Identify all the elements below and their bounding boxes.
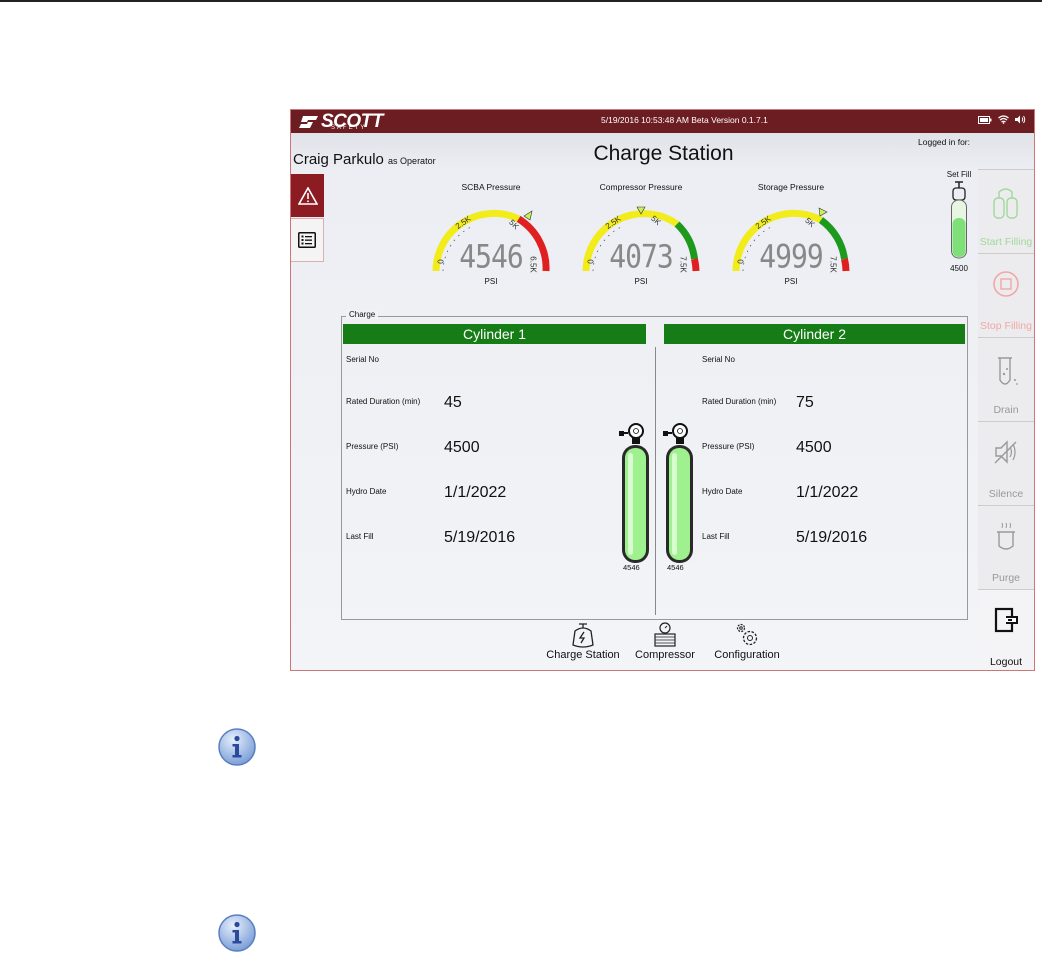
- start-filling-button[interactable]: Start Filling: [978, 169, 1034, 253]
- info-icon: [218, 728, 256, 766]
- purge-button[interactable]: Purge: [978, 505, 1034, 589]
- gauge-pointer: [818, 207, 828, 217]
- set-fill-label: Set Fill: [946, 170, 972, 179]
- action-sidebar: Start Filling Stop Filling Drain Silence…: [978, 169, 1034, 670]
- charge-station-icon: [572, 623, 594, 648]
- rated-duration-value: 75: [796, 394, 814, 411]
- stop-icon: [993, 271, 1019, 297]
- cylinder-1-tank-icon: [619, 423, 649, 563]
- cylinder-1-tank-value: 4546: [623, 563, 640, 572]
- hydro-date-label: Hydro Date: [702, 487, 743, 496]
- silence-button[interactable]: Silence: [978, 421, 1034, 505]
- rated-duration-value: 45: [444, 394, 462, 411]
- hydro-date-value: 1/1/2022: [444, 484, 507, 501]
- pressure-label: Pressure (PSI): [702, 442, 755, 451]
- last-fill-label: Last Fill: [702, 532, 730, 541]
- nav-configuration-label: Configuration: [714, 649, 780, 661]
- purge-label: Purge: [991, 572, 1021, 584]
- mute-icon: [994, 440, 1017, 464]
- checklist-tab[interactable]: [291, 218, 324, 262]
- start-filling-label: Start Filling: [979, 236, 1033, 248]
- title-bar: SCOTT SAFETY 5/19/2016 10:53:48 AM Beta …: [291, 110, 1034, 133]
- cylinder-divider: [655, 347, 656, 615]
- charge-group-legend: Charge: [346, 310, 379, 319]
- hydro-date-value: 1/1/2022: [796, 484, 859, 501]
- serial-label: Serial No: [346, 355, 379, 364]
- gauge-label: Storage Pressure: [757, 182, 825, 192]
- set-fill-value: 4500: [950, 264, 968, 273]
- compressor-pressure-gauge: Compressor Pressure 0 2.5K 5K 7.5K 4073 …: [571, 182, 711, 292]
- gauge-pointer: [523, 210, 533, 221]
- brand-subtitle: SAFETY: [331, 125, 367, 131]
- last-fill-value: 5/19/2016: [444, 529, 516, 546]
- logout-label: Logout: [989, 656, 1023, 668]
- last-fill-value: 5/19/2016: [796, 529, 868, 546]
- drain-button[interactable]: Drain: [978, 337, 1034, 421]
- cylinder-fill-icon: [951, 181, 967, 259]
- scba-pressure-gauge: SCBA Pressure 0 2.5K 5K 6.5K 4546 PSI: [421, 182, 561, 292]
- pressure-value: 4500: [444, 439, 480, 456]
- page-top-rule: [0, 0, 1042, 2]
- pressure-value: 4500: [796, 439, 832, 456]
- charge-station-window: SCOTT SAFETY 5/19/2016 10:53:48 AM Beta …: [290, 109, 1035, 671]
- gauge-unit: PSI: [634, 277, 648, 286]
- hydro-date-label: Hydro Date: [346, 487, 387, 496]
- warning-icon: [297, 186, 318, 205]
- purge-icon: [997, 522, 1015, 550]
- cylinder-1-header: Cylinder 1: [343, 324, 646, 344]
- set-fill-control[interactable]: Set Fill 4500: [939, 170, 979, 280]
- alarm-tab[interactable]: [291, 174, 324, 217]
- gauge-unit: PSI: [784, 277, 798, 286]
- volume-icon: [1015, 115, 1026, 124]
- logout-button[interactable]: Logout: [978, 589, 1034, 670]
- charge-panel: Cylinder 1 Cylinder 2 Serial No Rated Du…: [341, 316, 968, 620]
- nav-configuration[interactable]: Configuration: [707, 621, 787, 667]
- drain-icon: [998, 357, 1018, 385]
- status-datetime-version: 5/19/2016 10:53:48 AM Beta Version 0.1.7…: [601, 115, 768, 125]
- last-fill-label: Last Fill: [346, 532, 374, 541]
- tanks-icon: [993, 188, 1018, 219]
- serial-label: Serial No: [702, 355, 735, 364]
- logged-in-label: Logged in for:: [918, 137, 970, 147]
- rated-duration-label: Rated Duration (min): [346, 397, 421, 406]
- drain-label: Drain: [993, 404, 1019, 416]
- gauge-value: 4546: [459, 237, 523, 276]
- cylinder-2-tank-icon: [663, 423, 693, 563]
- list-icon: [298, 232, 316, 248]
- compressor-icon: [654, 622, 676, 647]
- wifi-icon: [998, 115, 1009, 124]
- info-icon: [218, 914, 256, 952]
- gauge-value: 4073: [609, 237, 673, 276]
- gauge-label: SCBA Pressure: [461, 182, 521, 192]
- pressure-label: Pressure (PSI): [346, 442, 399, 451]
- gauge-value: 4999: [759, 237, 823, 276]
- stop-filling-button[interactable]: Stop Filling: [978, 253, 1034, 337]
- logout-icon: [994, 607, 1018, 633]
- stop-filling-label: Stop Filling: [980, 320, 1032, 332]
- nav-charge-station-label: Charge Station: [546, 649, 620, 661]
- system-tray: [978, 115, 1026, 124]
- silence-label: Silence: [988, 488, 1024, 500]
- nav-compressor[interactable]: Compressor: [629, 621, 701, 667]
- gauge-unit: PSI: [484, 277, 498, 286]
- gears-icon: [736, 623, 758, 646]
- cylinder-2-header: Cylinder 2: [664, 324, 965, 344]
- nav-compressor-label: Compressor: [635, 649, 695, 661]
- cylinder-2-tank-value: 4546: [667, 563, 684, 572]
- nav-charge-station[interactable]: Charge Station: [543, 621, 623, 667]
- gauge-label: Compressor Pressure: [599, 182, 683, 192]
- rated-duration-label: Rated Duration (min): [702, 397, 777, 406]
- battery-icon: [978, 115, 992, 124]
- storage-pressure-gauge: Storage Pressure 0 2.5K 5K 7.5K 4999 PSI: [721, 182, 861, 292]
